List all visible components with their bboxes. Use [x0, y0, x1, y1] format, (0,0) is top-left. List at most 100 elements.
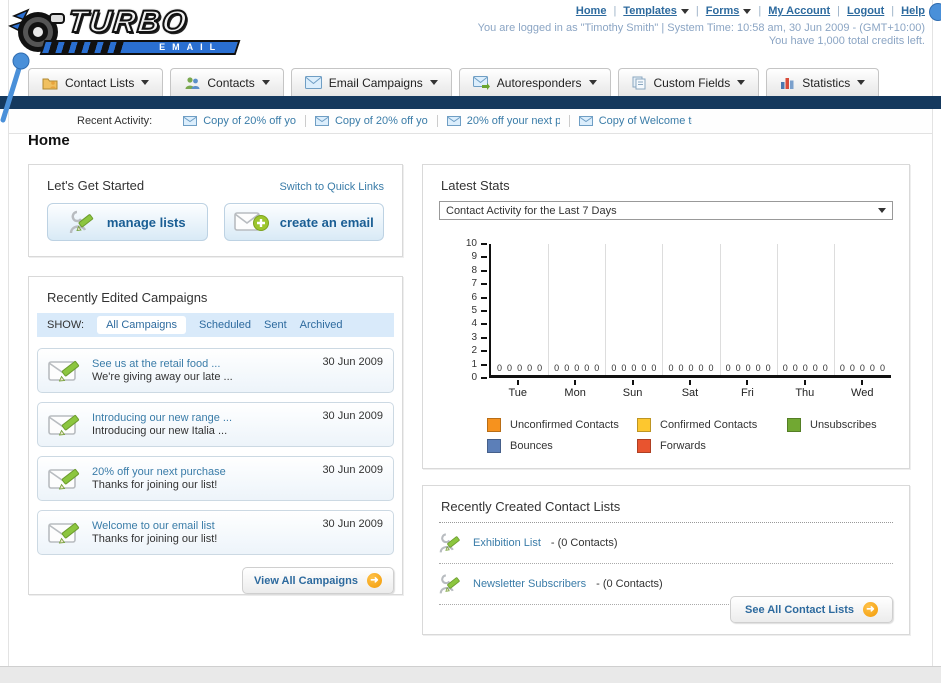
x-tick-mark: [574, 380, 577, 385]
stats-report-select[interactable]: Contact Activity for the Last 7 Days: [439, 201, 893, 220]
bar-value-label: 0: [631, 363, 637, 373]
person-pencil-icon: [439, 574, 460, 594]
gridline: [548, 244, 550, 375]
annotation-pin-right: [929, 3, 941, 21]
view-all-campaigns-button[interactable]: View All Campaigns ➜: [242, 567, 394, 594]
filter-sent[interactable]: Sent: [264, 319, 287, 331]
y-tick-mark: [481, 363, 487, 366]
bar-value-labels: 00000: [720, 363, 777, 373]
manage-lists-button[interactable]: manage lists: [47, 203, 208, 241]
chart-groups: 00000000000000000000000000000000000: [491, 244, 891, 375]
chevron-down-icon: [261, 80, 270, 85]
y-tick-label: 1: [471, 358, 477, 370]
campaigns-panel: Recently Edited Campaigns SHOW: All Camp…: [28, 276, 403, 595]
recent-activity-item[interactable]: Copy of 20% off yo: [174, 115, 306, 127]
y-tick-label: 6: [471, 291, 477, 303]
footer-strip: [0, 666, 941, 683]
contact-activity-chart: 0 1 2 3 4 5 6 7 8 9 10 000000000000000000000000000…: [437, 234, 895, 406]
arrow-right-icon: ➜: [863, 602, 878, 617]
bar-value-label: 0: [678, 363, 684, 373]
bar-value-label: 0: [507, 363, 513, 373]
y-tick-mark: [481, 323, 487, 326]
campaign-subtitle: We're giving away our late ...: [92, 371, 233, 383]
tab-email-campaigns[interactable]: Email Campaigns: [290, 68, 452, 96]
app-screen: TURBO EMAIL Home | Templates | Forms | My A…: [0, 0, 941, 683]
chevron-down-icon: [141, 80, 150, 85]
page-title: Home: [28, 132, 70, 149]
top-link-help[interactable]: Help: [901, 5, 925, 17]
campaign-title-link: 20% off your next purchase: [92, 466, 226, 478]
filter-all-campaigns[interactable]: All Campaigns: [97, 316, 186, 334]
legend-label: Unconfirmed Contacts: [510, 419, 619, 431]
login-status: You are logged in as "Timothy Smith" | S…: [477, 22, 925, 34]
gridline: [833, 244, 835, 375]
campaign-row[interactable]: Welcome to our email list Thanks for join…: [37, 510, 394, 555]
campaign-title-link: Introducing our new range ...: [92, 412, 233, 424]
chart-x-axis: Tue Mon Sun Sat Fri Thu Wed: [489, 380, 891, 402]
y-tick-mark: [481, 243, 487, 245]
y-tick-label: 2: [471, 345, 477, 357]
top-link-home[interactable]: Home: [576, 5, 607, 17]
person-pencil-icon: [439, 533, 460, 553]
contact-list-link: Exhibition List: [473, 537, 541, 549]
tab-autoresponders[interactable]: Autoresponders: [458, 68, 611, 96]
bar-value-label: 0: [802, 363, 808, 373]
bar-value-label: 0: [527, 363, 533, 373]
chevron-down-icon: [737, 80, 746, 85]
campaign-subtitle: Introducing our new Italia ...: [92, 425, 228, 437]
tab-contact-lists[interactable]: Contact Lists: [28, 68, 164, 96]
arrow-right-icon: ➜: [366, 573, 382, 588]
envelope-icon: [578, 116, 593, 126]
tab-custom-fields[interactable]: Custom Fields: [617, 68, 760, 96]
gridline: [719, 244, 721, 375]
bar-value-labels: 00000: [605, 363, 662, 373]
latest-stats-panel: Latest Stats Contact Activity for the La…: [422, 164, 910, 469]
recent-activity-item[interactable]: Copy of 20% off yo: [306, 115, 438, 127]
campaign-row[interactable]: 20% off your next purchase Thanks for joi…: [37, 456, 394, 501]
y-tick-mark: [481, 310, 487, 312]
switch-quick-links-link[interactable]: Switch to Quick Links: [279, 181, 384, 193]
create-email-button[interactable]: create an email: [223, 203, 384, 241]
top-link-templates[interactable]: Templates: [623, 5, 689, 17]
y-tick-label: 3: [471, 331, 477, 343]
bar-value-label: 0: [554, 363, 560, 373]
filter-archived[interactable]: Archived: [300, 319, 343, 331]
campaign-row[interactable]: Introducing our new range ... Introducing…: [37, 402, 394, 447]
chart-group: 00000: [834, 244, 891, 375]
tab-statistics[interactable]: Statistics: [766, 68, 880, 96]
contact-list-count: - (0 Contacts): [550, 537, 618, 549]
legend-swatch: [487, 439, 501, 453]
legend-swatch: [787, 418, 801, 432]
legend-item: Unconfirmed Contacts: [487, 418, 637, 432]
recent-activity-item[interactable]: Copy of Welcome to: [570, 115, 701, 127]
bar-value-label: 0: [725, 363, 731, 373]
envelope-icon: [304, 76, 322, 89]
folder-icon: [42, 78, 58, 89]
envelope-pencil-icon: [48, 468, 80, 489]
envelope-icon: [446, 116, 461, 126]
top-nav-links: Home | Templates | Forms | My Account | Logo…: [575, 5, 925, 17]
custom-fields-icon: [632, 76, 646, 89]
campaign-list: See us at the retail food ... We're givin…: [29, 337, 402, 555]
campaign-row[interactable]: See us at the retail food ... We're givin…: [37, 348, 394, 393]
recent-activity-item[interactable]: 20% off your next p: [438, 115, 570, 127]
tab-contacts[interactable]: Contacts: [170, 68, 284, 96]
gridline: [776, 244, 778, 375]
get-started-panel: Let's Get Started Switch to Quick Links …: [28, 164, 403, 257]
x-tick-mark: [861, 380, 864, 385]
legend-label: Confirmed Contacts: [660, 419, 758, 431]
statistics-icon: [781, 77, 794, 89]
top-link-logout[interactable]: Logout: [847, 5, 884, 17]
top-link-forms[interactable]: Forms: [706, 5, 752, 17]
contact-lists-panel: Recently Created Contact Lists Exhibitio…: [422, 485, 910, 635]
contact-list-count: - (0 Contacts): [596, 578, 663, 590]
bar-value-label: 0: [839, 363, 845, 373]
top-link-my-account[interactable]: My Account: [768, 5, 830, 17]
latest-stats-title: Latest Stats: [441, 178, 510, 193]
filter-scheduled[interactable]: Scheduled: [199, 319, 251, 331]
contact-list-row[interactable]: Exhibition List - (0 Contacts): [439, 523, 893, 564]
bar-value-label: 0: [574, 363, 580, 373]
credits-remaining: You have 1,000 total credits left.: [768, 35, 925, 47]
see-all-contact-lists-button[interactable]: See All Contact Lists ➜: [730, 596, 893, 623]
envelope-plus-icon: [233, 212, 269, 231]
